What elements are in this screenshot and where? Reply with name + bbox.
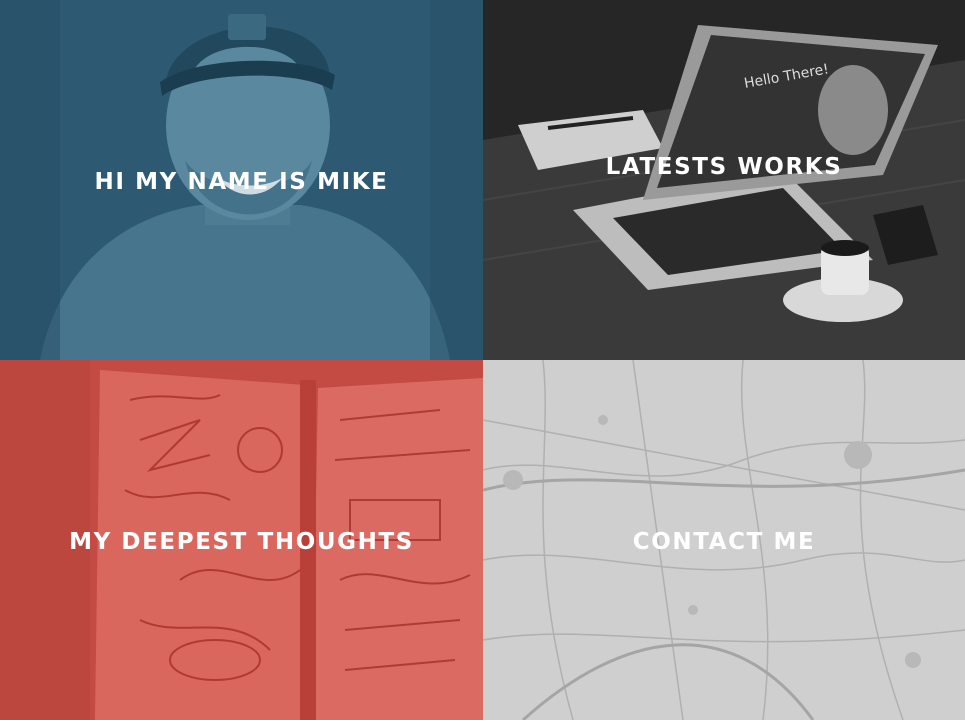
laptop-desk-photo-icon: Hello There! — [483, 0, 965, 360]
tile-thoughts-label: MY DEEPEST THOUGHTS — [69, 529, 414, 555]
tile-contact-label: CONTACT ME — [632, 529, 816, 555]
tile-about-label: HI MY NAME IS MIKE — [94, 169, 389, 195]
tile-contact[interactable]: CONTACT ME — [483, 360, 965, 720]
tile-thoughts[interactable]: MY DEEPEST THOUGHTS — [0, 360, 483, 720]
tile-works-label: LATESTS WORKS — [605, 154, 843, 180]
tile-works[interactable]: Hello There! LATESTS WORKS — [483, 0, 965, 360]
tile-grid: HI MY NAME IS MIKE Hello There! LATESTS … — [0, 0, 965, 720]
tile-about[interactable]: HI MY NAME IS MIKE — [0, 0, 483, 360]
